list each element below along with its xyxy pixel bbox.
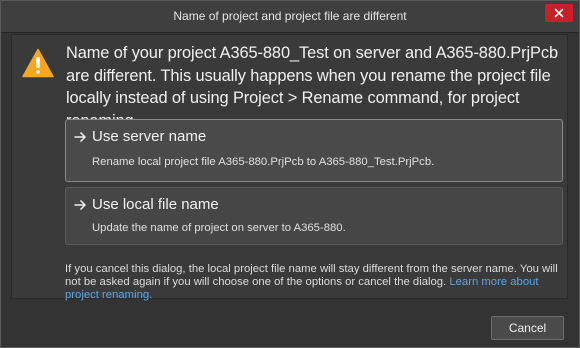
dialog-content: Name of your project A365-880_Test on se… bbox=[11, 34, 568, 302]
dialog-title: Name of project and project file are dif… bbox=[173, 9, 407, 23]
arrow-right-icon bbox=[74, 199, 87, 211]
use-local-file-name-option[interactable]: Use local file name Update the name of p… bbox=[65, 187, 563, 245]
title-bar[interactable]: Name of project and project file are dif… bbox=[1, 1, 579, 33]
arrow-right-icon bbox=[74, 131, 87, 143]
option-title: Use local file name bbox=[92, 196, 219, 213]
cancel-button[interactable]: Cancel bbox=[491, 316, 564, 340]
warning-icon bbox=[22, 48, 54, 78]
use-server-name-option[interactable]: Use server name Rename local project fil… bbox=[65, 119, 563, 182]
dialog-window: Name of project and project file are dif… bbox=[0, 0, 580, 348]
footnote: If you cancel this dialog, the local pro… bbox=[65, 263, 565, 302]
option-description: Update the name of project on server to … bbox=[92, 222, 346, 234]
close-icon bbox=[554, 8, 564, 18]
close-button[interactable] bbox=[545, 4, 573, 22]
option-title: Use server name bbox=[92, 128, 207, 145]
option-description: Rename local project file A365-880.PrjPc… bbox=[92, 156, 435, 168]
